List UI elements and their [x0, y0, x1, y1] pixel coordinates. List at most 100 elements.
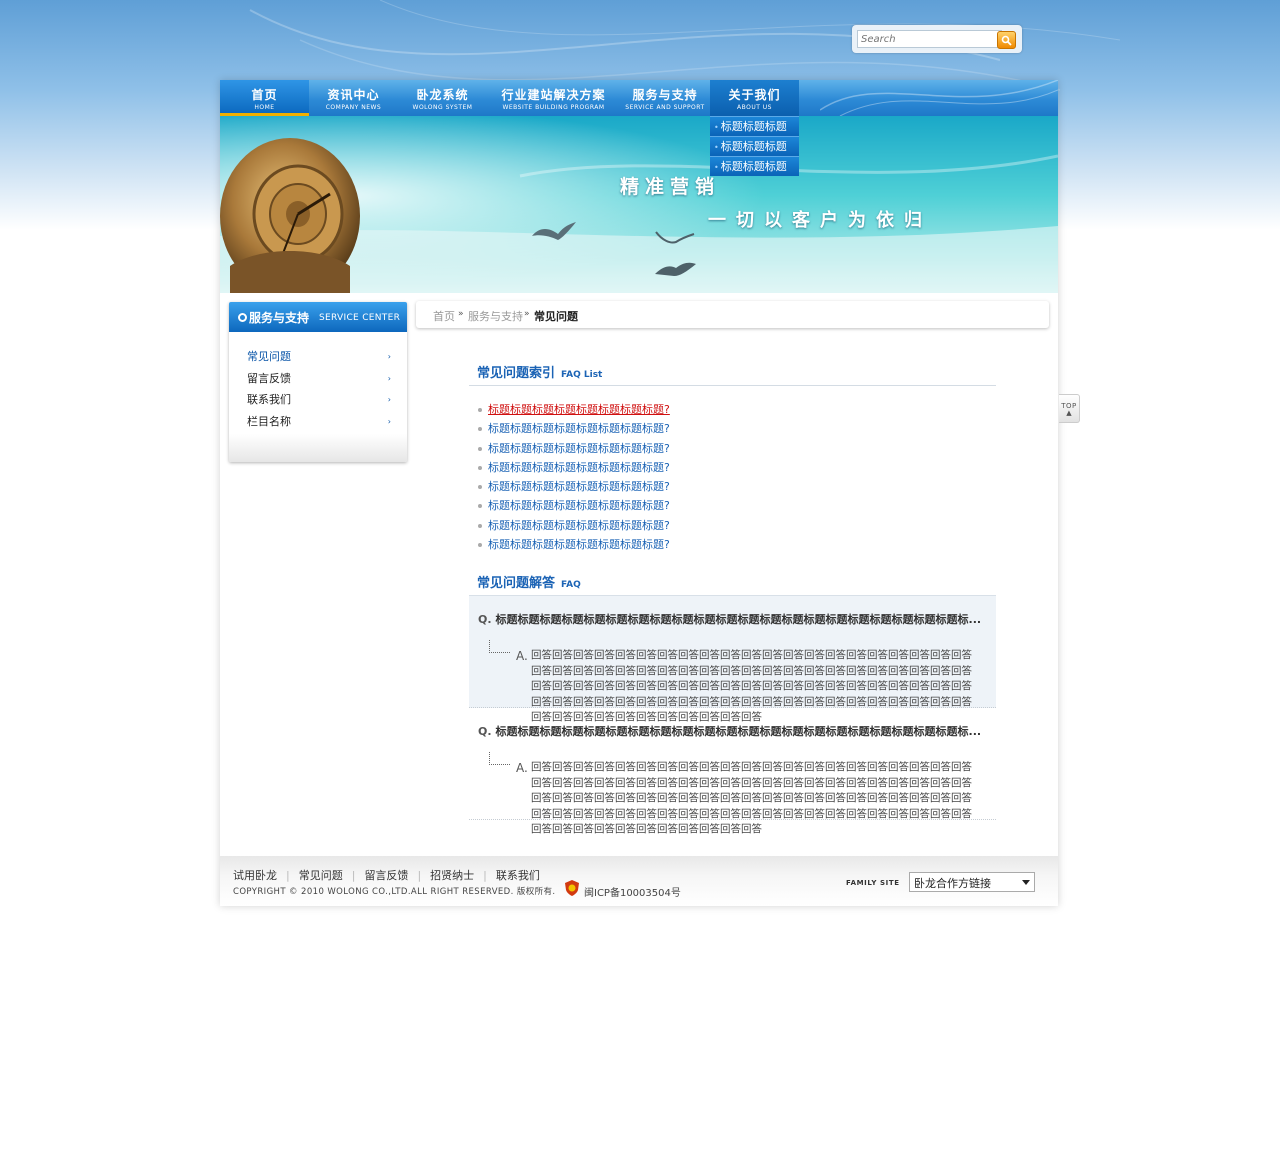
- banner-image: [220, 116, 1058, 293]
- faq-question-text: 标题标题标题标题标题标题标题标题标题标题标题标题标题标题标题标题标题标题标题标题…: [495, 613, 982, 626]
- sidebar-item-label: 栏目名称: [247, 414, 291, 428]
- footer-separator: |: [351, 869, 356, 882]
- sidebar-header: 服务与支持 SERVICE CENTER: [229, 302, 407, 332]
- question-mark-label: Q.: [478, 725, 492, 738]
- nav-sublabel: SERVICE AND SUPPORT: [625, 104, 705, 111]
- circle-icon: [238, 313, 247, 322]
- banner-slogan-main: 精准营销: [620, 176, 721, 198]
- faq-answer-text: 回答回答回答回答回答回答回答回答回答回答回答回答回答回答回答回答回答回答回答回答…: [531, 761, 972, 835]
- arrow-up-icon: ▲: [1066, 409, 1072, 417]
- nav-label: 卧龙系统: [416, 88, 469, 102]
- nav-service-support[interactable]: 服务与支持 SERVICE AND SUPPORT: [620, 80, 710, 116]
- nav-sublabel: WOLONG SYSTEM: [412, 104, 473, 111]
- faq-link[interactable]: 标题标题标题标题标题标题标题标题?: [478, 458, 670, 477]
- back-to-top-button[interactable]: TOP ▲: [1059, 394, 1080, 423]
- footer-links: 试用卧龙 | 常见问题 | 留言反馈 | 招贤纳士 | 联系我们: [233, 867, 540, 883]
- faq-link[interactable]: 标题标题标题标题标题标题标题标题?: [478, 477, 670, 496]
- icp-license-link[interactable]: 闽ICP备10003504号: [584, 884, 681, 899]
- chevron-right-icon: ›: [387, 373, 391, 383]
- faq-link[interactable]: 标题标题标题标题标题标题标题标题?: [478, 400, 670, 419]
- dropdown-item[interactable]: • 标题标题标题: [710, 136, 799, 156]
- main-nav: 首页 HOME 资讯中心 COMPANY NEWS 卧龙系统 WOLONG SY…: [220, 80, 1058, 116]
- page-container: 首页 HOME 资讯中心 COMPANY NEWS 卧龙系统 WOLONG SY…: [220, 80, 1058, 906]
- family-site-select[interactable]: 卧龙合作方链接: [909, 872, 1035, 892]
- banner: 精准营销 一切以客户为依归: [220, 116, 1058, 293]
- nav-sublabel: COMPANY NEWS: [325, 104, 382, 111]
- breadcrumb-current: 常见问题: [534, 310, 578, 323]
- answer-mark-label: A.: [516, 649, 528, 663]
- sidebar-item-contact[interactable]: 联系我们 ›: [229, 389, 407, 411]
- faq-link[interactable]: 标题标题标题标题标题标题标题标题?: [478, 496, 670, 515]
- nav-label: 首页: [251, 88, 278, 102]
- dropdown-item-label: 标题标题标题: [720, 140, 787, 153]
- search-box: [852, 25, 1022, 53]
- footer: 试用卧龙 | 常见问题 | 留言反馈 | 招贤纳士 | 联系我们 COPYRIGHT © 201…: [220, 856, 1058, 906]
- search-input[interactable]: [857, 30, 1002, 48]
- breadcrumb-home[interactable]: 首页: [433, 308, 455, 324]
- nav-label: 关于我们: [728, 88, 781, 102]
- faq-item: Q. 标题标题标题标题标题标题标题标题标题标题标题标题标题标题标题标题标题标题标题…: [469, 595, 996, 723]
- faq-link[interactable]: 标题标题标题标题标题标题标题标题?: [478, 516, 670, 535]
- dropdown-item-label: 标题标题标题: [720, 160, 787, 173]
- footer-separator: |: [483, 869, 487, 882]
- faq-question: Q. 标题标题标题标题标题标题标题标题标题标题标题标题标题标题标题标题标题标题标题…: [478, 723, 981, 739]
- breadcrumb: 首页 » 服务与支持 » 常见问题: [416, 301, 1049, 328]
- sidebar-item-label: 常见问题: [247, 350, 291, 363]
- search-button[interactable]: [997, 31, 1016, 49]
- sidebar-subtitle: SERVICE CENTER: [319, 313, 401, 323]
- chevron-right-icon: ›: [387, 352, 391, 361]
- about-dropdown: • 标题标题标题 • 标题标题标题 • 标题标题标题: [710, 116, 799, 176]
- nav-home[interactable]: 首页 HOME: [220, 80, 309, 116]
- bullet-icon: •: [714, 143, 719, 152]
- police-badge-icon: [565, 880, 579, 896]
- faq-answers-title-cn: 常见问题解答: [477, 576, 556, 591]
- sidebar-item-feedback[interactable]: 留言反馈 ›: [229, 368, 407, 390]
- sidebar-item-label: 联系我们: [247, 393, 291, 406]
- sidebar-item-column[interactable]: 栏目名称 ›: [229, 411, 407, 433]
- answer-mark-label: A.: [516, 761, 528, 775]
- divider: [469, 385, 996, 386]
- divider: [469, 819, 996, 820]
- nav-company-news[interactable]: 资讯中心 COMPANY NEWS: [309, 80, 398, 116]
- faq-question-text: 标题标题标题标题标题标题标题标题标题标题标题标题标题标题标题标题标题标题标题标题…: [495, 725, 982, 738]
- question-mark-label: Q.: [478, 613, 492, 626]
- nav-wolong-system[interactable]: 卧龙系统 WOLONG SYSTEM: [398, 80, 487, 116]
- sidebar-list: 常见问题 › 留言反馈 › 联系我们 › 栏目名称 ›: [229, 332, 407, 432]
- faq-index-title-en: FAQ List: [561, 370, 603, 380]
- breadcrumb-separator: »: [458, 309, 464, 319]
- faq-link[interactable]: 标题标题标题标题标题标题标题标题?: [478, 419, 670, 438]
- footer-link[interactable]: 试用卧龙: [233, 869, 277, 882]
- faq-index-title-cn: 常见问题索引: [477, 366, 556, 381]
- sidebar-item-label: 留言反馈: [247, 371, 291, 385]
- connector-icon: [489, 752, 510, 765]
- connector-icon: [489, 640, 510, 653]
- copyright-text: COPYRIGHT © 2010 WOLONG CO.,LTD.ALL RIGH…: [233, 887, 556, 897]
- faq-question: Q. 标题标题标题标题标题标题标题标题标题标题标题标题标题标题标题标题标题标题标题…: [478, 611, 981, 627]
- faq-item: Q. 标题标题标题标题标题标题标题标题标题标题标题标题标题标题标题标题标题标题标题…: [469, 708, 996, 835]
- nav-about-us[interactable]: 关于我们 ABOUT US: [710, 80, 799, 116]
- footer-separator: |: [286, 869, 290, 882]
- sidebar-title: 服务与支持: [249, 311, 310, 325]
- footer-link[interactable]: 留言反馈: [364, 869, 408, 882]
- nav-label: 行业建站解决方案: [501, 88, 606, 102]
- footer-link[interactable]: 常见问题: [299, 869, 343, 882]
- nav-decoration: [820, 80, 1058, 116]
- nav-sublabel: ABOUT US: [736, 104, 772, 111]
- sidebar-item-faq[interactable]: 常见问题 ›: [229, 346, 407, 368]
- nav-label: 资讯中心: [327, 88, 380, 102]
- faq-link[interactable]: 标题标题标题标题标题标题标题标题?: [478, 535, 670, 554]
- dropdown-item[interactable]: • 标题标题标题: [710, 156, 799, 176]
- footer-link[interactable]: 招贤纳士: [430, 869, 474, 882]
- search-icon: [1001, 35, 1012, 46]
- family-site-label: FAMILY SITE: [846, 879, 900, 887]
- chevron-right-icon: ›: [387, 395, 391, 404]
- faq-link-list: 标题标题标题标题标题标题标题标题? 标题标题标题标题标题标题标题标题? 标题标题…: [478, 400, 670, 554]
- dropdown-item-label: 标题标题标题: [720, 120, 787, 133]
- breadcrumb-section[interactable]: 服务与支持: [468, 308, 523, 324]
- sidebar: 服务与支持 SERVICE CENTER 常见问题 › 留言反馈 › 联系我们 › 栏…: [229, 302, 407, 462]
- nav-label: 服务与支持: [632, 88, 698, 102]
- dropdown-item[interactable]: • 标题标题标题: [710, 116, 799, 136]
- faq-link[interactable]: 标题标题标题标题标题标题标题标题?: [478, 439, 670, 458]
- nav-website-building[interactable]: 行业建站解决方案 WEBSITE BUILDING PROGRAM: [487, 80, 620, 116]
- footer-link[interactable]: 联系我们: [496, 869, 540, 882]
